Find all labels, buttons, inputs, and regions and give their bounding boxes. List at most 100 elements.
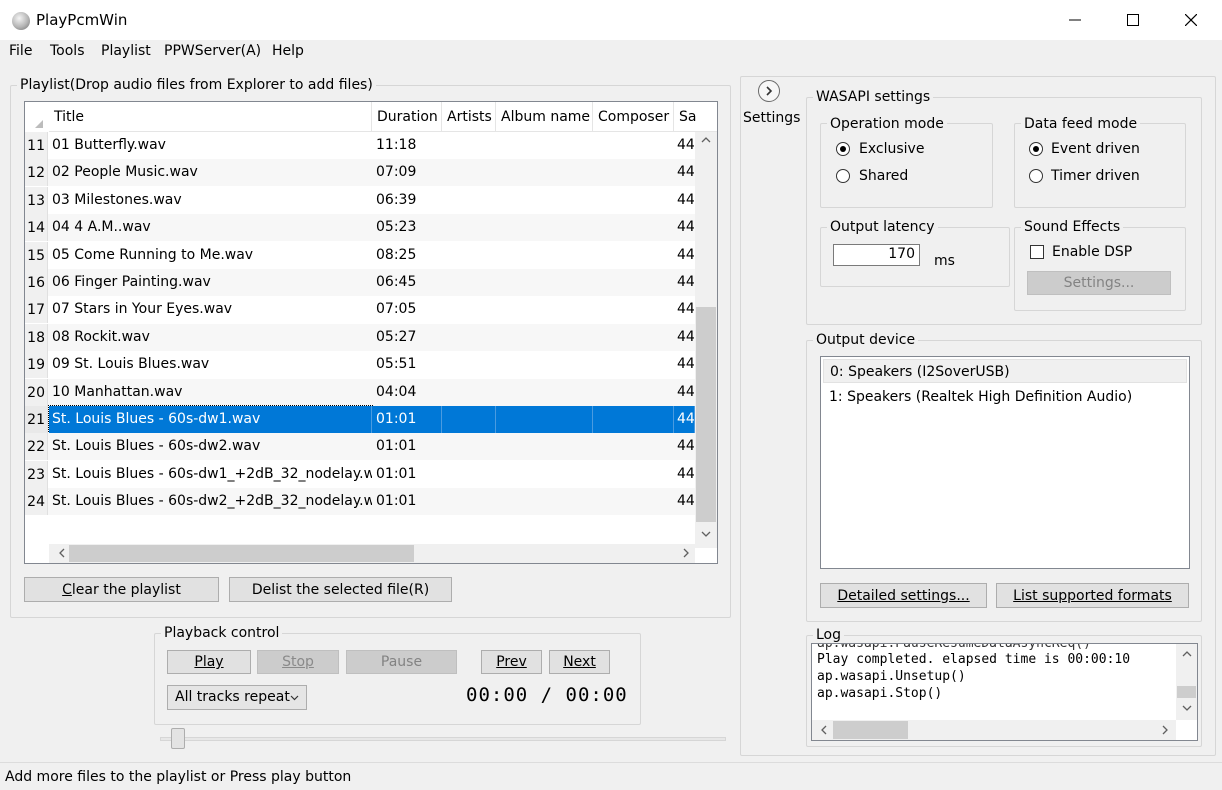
close-button[interactable] [1162, 0, 1220, 40]
radio-event-driven[interactable] [1029, 142, 1043, 156]
playlist-hscrollbar[interactable] [49, 544, 695, 563]
cell-album [496, 379, 593, 406]
seek-slider-thumb[interactable] [171, 728, 186, 749]
scroll-right-icon[interactable] [677, 548, 694, 561]
cell-artists [442, 351, 496, 378]
log-scroll-down-icon[interactable] [1178, 704, 1195, 715]
table-row[interactable]: 23 St. Louis Blues - 60s-dw1_+2dB_32_node… [25, 460, 695, 488]
enable-dsp-label: Enable DSP [1052, 244, 1133, 260]
settings-toggle-button[interactable] [758, 80, 780, 102]
column-composer[interactable]: Composer [593, 102, 674, 132]
playlist-vscroll-thumb[interactable] [696, 307, 716, 522]
cell-duration: 06:45 [376, 274, 417, 290]
column-title[interactable]: Title [49, 102, 372, 132]
chevron-down-icon [290, 686, 299, 718]
cell-sample-rate: 44. [677, 356, 695, 373]
cell-sample-rate: 44. [677, 438, 695, 455]
prev-button[interactable]: Prev [481, 650, 542, 674]
playlist-listview[interactable]: Title Duration Artists Album name Compos… [24, 101, 718, 564]
table-row[interactable]: 1808 Rockit.wav 05:27 44. [25, 323, 695, 351]
table-row[interactable]: 1303 Milestones.wav 06:39 44. [25, 186, 695, 214]
enable-dsp-checkbox[interactable] [1030, 245, 1044, 259]
log-group-label: Log [813, 627, 845, 643]
radio-timer-driven[interactable] [1029, 169, 1043, 183]
scroll-down-icon[interactable] [697, 530, 714, 541]
menu-ppwserver[interactable]: PPWServer(A) [164, 43, 261, 59]
log-scroll-left-icon[interactable] [815, 725, 832, 738]
next-button[interactable]: Next [549, 650, 610, 674]
menu-help[interactable]: Help [272, 43, 304, 59]
device-item-1[interactable]: 1: Speakers (Realtek High Definition Aud… [823, 385, 1187, 409]
clear-playlist-button[interactable]: Clear the playlist [24, 577, 219, 602]
list-supported-formats-button[interactable]: List supported formats [996, 583, 1189, 608]
playlist-hscroll-thumb[interactable] [69, 545, 414, 562]
column-artists[interactable]: Artists [442, 102, 496, 132]
dsp-settings-button[interactable]: Settings... [1027, 271, 1171, 295]
cell-album [496, 159, 593, 186]
column-sample-rate[interactable]: Sa [674, 102, 717, 132]
table-row[interactable]: 22St. Louis Blues - 60s-dw2.wav 01:01 44. [25, 433, 695, 461]
log-vscrollbar[interactable] [1176, 644, 1197, 720]
table-row[interactable]: 1606 Finger Painting.wav 06:45 44. [25, 269, 695, 296]
scroll-up-icon[interactable] [697, 136, 714, 147]
table-row[interactable]: 1101 Butterfly.wav 11:18 44. [25, 132, 695, 159]
repeat-mode-select[interactable]: All tracks repeat [167, 685, 307, 710]
radio-timer-driven-label: Timer driven [1051, 168, 1140, 184]
cell-composer [593, 214, 674, 241]
cell-duration: 01:01 [372, 406, 442, 433]
status-bar: Add more files to the playlist or Press … [0, 762, 1222, 790]
table-row[interactable]: 21St. Louis Blues - 60s-dw1.wav01:01 44. [25, 405, 695, 434]
seek-slider-track[interactable] [160, 737, 726, 741]
minimize-icon [1069, 19, 1081, 21]
row-number: 16 [25, 269, 48, 296]
log-vscroll-thumb[interactable] [1177, 686, 1196, 698]
maximize-button[interactable] [1104, 0, 1162, 40]
pause-button[interactable]: Pause [346, 650, 457, 674]
cell-sample-rate: 44. [677, 164, 695, 181]
cell-title: 09 St. Louis Blues.wav [52, 356, 210, 373]
scroll-left-icon[interactable] [53, 548, 70, 561]
cell-artists [442, 461, 496, 488]
delist-selected-button[interactable]: Delist the selected file(R) [229, 577, 452, 602]
cell-title: St. Louis Blues - 60s-dw1_+2dB_32_nodela… [52, 465, 372, 482]
table-row[interactable]: 24 St. Louis Blues - 60s-dw2_+2dB_32_node… [25, 488, 695, 516]
detailed-settings-button[interactable]: Detailed settings... [820, 583, 987, 608]
cell-title: St. Louis Blues - 60s-dw1.wav [48, 405, 373, 434]
table-row[interactable]: 1505 Come Running to Me.wav 08:25 44. [25, 241, 695, 269]
output-latency-input[interactable]: 170 [833, 244, 920, 266]
cell-sample-rate: 44. [677, 137, 695, 153]
table-row[interactable]: 1909 St. Louis Blues.wav 05:51 44. [25, 351, 695, 379]
column-duration[interactable]: Duration [372, 102, 442, 132]
output-device-list[interactable]: 0: Speakers (I2SoverUSB) 1: Speakers (Re… [820, 356, 1190, 569]
menu-file[interactable]: File [9, 43, 32, 59]
radio-exclusive[interactable] [836, 142, 850, 156]
device-item-0[interactable]: 0: Speakers (I2SoverUSB) [823, 359, 1187, 383]
header-sort-corner [25, 102, 49, 132]
play-button[interactable]: Play [167, 650, 251, 674]
cell-title: St. Louis Blues - 60s-dw2_+2dB_32_nodela… [52, 493, 372, 510]
cell-album [496, 269, 593, 296]
log-scroll-up-icon[interactable] [1178, 650, 1195, 661]
play-label: Play [194, 654, 224, 670]
cell-duration: 04:04 [376, 383, 417, 400]
table-row[interactable]: 2010 Manhattan.wav 04:04 44. [25, 378, 695, 406]
cell-duration: 08:25 [376, 246, 417, 263]
playlist-vscrollbar[interactable] [695, 132, 717, 548]
table-row[interactable]: 1202 People Music.wav 07:09 44. [25, 159, 695, 187]
menu-tools[interactable]: Tools [50, 43, 85, 59]
table-row[interactable]: 1404 4 A.M..wav 05:23 44. [25, 214, 695, 242]
minimize-button[interactable] [1046, 0, 1104, 40]
cell-artists [442, 433, 496, 460]
table-row[interactable]: 1707 Stars in Your Eyes.wav 07:05 44. [25, 296, 695, 324]
column-album-name[interactable]: Album name [496, 102, 593, 132]
row-number: 21 [25, 406, 48, 433]
radio-shared[interactable] [836, 169, 850, 183]
time-display: 00:00 / 00:00 [466, 684, 628, 706]
log-hscroll-thumb[interactable] [833, 721, 908, 739]
cell-album [496, 433, 593, 460]
log-textbox[interactable]: ap.wasapi.PauseResumeDataAsyncReq() Play… [811, 643, 1198, 741]
stop-button[interactable]: Stop [257, 650, 339, 674]
menu-playlist[interactable]: Playlist [101, 43, 151, 59]
log-scroll-right-icon[interactable] [1156, 725, 1173, 738]
log-hscrollbar[interactable] [812, 720, 1176, 740]
